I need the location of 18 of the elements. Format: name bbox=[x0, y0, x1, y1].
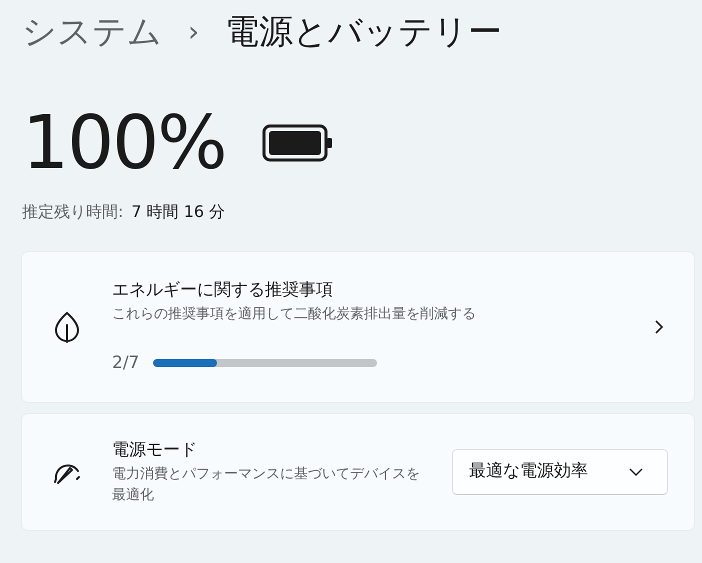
progress-count: 2/7 bbox=[112, 352, 140, 374]
leaf-icon bbox=[54, 311, 80, 343]
card-title: エネルギーに関する推奨事項 bbox=[112, 279, 334, 302]
page-title: 電源とバッテリー bbox=[225, 10, 502, 54]
battery-percentage: 100% bbox=[22, 106, 226, 180]
card-title: 電源モード bbox=[112, 439, 198, 462]
battery-icon bbox=[262, 124, 334, 162]
power-mode-dropdown[interactable]: 最適な電源効率 bbox=[452, 449, 668, 495]
estimate-label: 推定残り時間: bbox=[22, 201, 124, 223]
recommendation-card[interactable]: エネルギーに関する推奨事項 これらの推奨事項を適用して二酸化炭素排出量を削減する 2/7 bbox=[22, 252, 694, 402]
power-mode-card[interactable]: 電源モード 電力消費とパフォーマンスに基づいてデバイスを最適化 最適な電源効率 bbox=[22, 414, 694, 530]
chevron-right-icon[interactable] bbox=[654, 319, 664, 335]
estimate-value: 7 時間 16 分 bbox=[131, 201, 226, 223]
card-description: これらの推奨事項を適用して二酸化炭素排出量を削減する bbox=[112, 304, 477, 324]
card-description: 電力消費とパフォーマンスに基づいてデバイスを最適化 bbox=[112, 464, 421, 505]
chevron-down-icon bbox=[629, 468, 643, 476]
breadcrumb-separator: › bbox=[188, 14, 200, 50]
breadcrumb-link[interactable]: システム bbox=[22, 6, 162, 58]
